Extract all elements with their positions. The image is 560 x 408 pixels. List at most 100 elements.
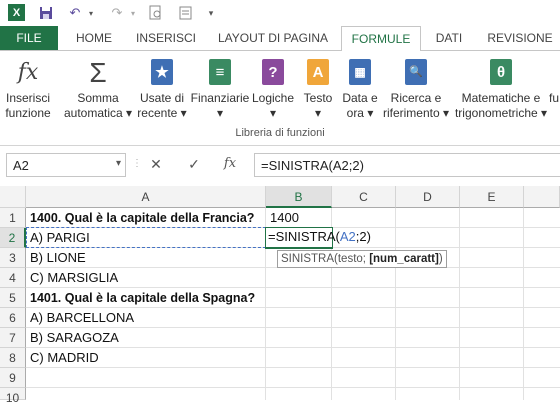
tooltip-current-argument: [num_caratt] <box>369 253 439 265</box>
name-box-dropdown-icon[interactable]: ▾ <box>116 158 121 169</box>
column-header-a[interactable]: A <box>26 186 266 208</box>
cancel-entry-button[interactable]: ✕ <box>146 156 166 174</box>
formula-bar: A2 ▾ ⋮ ✕ ✓ fx =SINISTRA(A2;2) <box>0 146 560 184</box>
tab-layout-di-pagina[interactable]: LAYOUT DI PAGINA <box>210 26 336 50</box>
gridline <box>459 208 460 400</box>
print-preview-icon[interactable] <box>146 3 166 23</box>
formula-reference-range <box>26 227 266 248</box>
gridline <box>523 208 524 400</box>
name-box-value: A2 <box>13 158 29 173</box>
tab-inserisci[interactable]: INSERISCI <box>128 26 204 50</box>
recently-used-label-2: recente ▾ <box>137 106 187 120</box>
date-time-label-1: Data e <box>342 91 378 105</box>
row-header-2[interactable]: 2 <box>0 228 26 248</box>
tooltip-function: SINISTRA(testo; <box>281 253 370 265</box>
name-box[interactable]: A2 ▾ <box>6 153 126 177</box>
quick-access-toolbar: X ↶ ▾ ↷ ▾ ▾ <box>0 0 560 26</box>
row-header-10[interactable]: 10 <box>0 388 26 405</box>
gridline <box>26 387 560 388</box>
row-header-5[interactable]: 5 <box>0 288 26 308</box>
cell-b2-editing[interactable]: =SINISTRA(A2;2) <box>265 227 371 249</box>
formula-input[interactable]: =SINISTRA(A2;2) <box>254 153 560 177</box>
row-header-1[interactable]: 1 <box>0 208 26 228</box>
ribbon-formule: fx Inserisci funzione Σ Somma automatica… <box>0 50 560 146</box>
row-header-6[interactable]: 6 <box>0 308 26 328</box>
tab-dati[interactable]: DATI <box>426 26 472 50</box>
cell-a7[interactable]: B) SARAGOZA <box>27 328 265 348</box>
cell-a3[interactable]: B) LIONE <box>27 248 265 268</box>
financial-book-icon: ≡ <box>206 55 234 89</box>
open-icon[interactable] <box>176 3 196 23</box>
edit-formula-suffix: ;2) <box>355 229 371 244</box>
star-book-icon: ★ <box>148 55 176 89</box>
row-header-8[interactable]: 8 <box>0 348 26 368</box>
insert-function-label-1: Inserisci <box>5 91 50 105</box>
cell-a5[interactable]: 1401. Qual è la capitale della Spagna? <box>27 288 265 308</box>
math-trig-label-1: Matematiche e <box>461 91 541 105</box>
lookup-reference-button[interactable]: 🔍 Ricerca e riferimento ▾ <box>380 55 452 121</box>
text-label-1: Testo <box>303 91 333 105</box>
financial-label-2: ▾ <box>216 106 224 120</box>
row-header-4[interactable]: 4 <box>0 268 26 288</box>
logical-book-icon: ? <box>259 55 287 89</box>
excel-logo-icon: X <box>8 4 25 21</box>
autosum-button[interactable]: Σ Somma automatica ▾ <box>62 55 134 121</box>
lookup-reference-label-1: Ricerca e <box>390 91 442 105</box>
edit-formula-prefix: =SINISTRA( <box>268 229 340 244</box>
column-header-d[interactable]: D <box>396 186 460 208</box>
undo-icon[interactable]: ↶ <box>64 3 86 23</box>
math-trig-label-2: trigonometriche ▾ <box>454 106 548 120</box>
tab-file[interactable]: FILE <box>0 26 58 50</box>
gridline <box>395 208 396 400</box>
autosum-label-1: Somma <box>77 91 119 105</box>
cell-a1[interactable]: 1400. Qual è la capitale della Francia? <box>27 208 265 228</box>
more-functions-icon <box>548 55 560 89</box>
autosum-label-2: automatica ▾ <box>63 106 133 120</box>
save-icon[interactable] <box>36 3 56 23</box>
tab-home[interactable]: HOME <box>64 26 124 50</box>
redo-icon[interactable]: ↷ <box>106 3 128 23</box>
insert-function-fx-button[interactable]: fx <box>220 156 240 174</box>
confirm-entry-button[interactable]: ✓ <box>184 156 204 174</box>
calendar-book-icon: ▦ <box>346 55 374 89</box>
cell-b1[interactable]: 1400 <box>267 208 331 228</box>
row-header-9[interactable]: 9 <box>0 368 26 388</box>
tooltip-end: ) <box>438 253 443 265</box>
math-trig-button[interactable]: θ Matematiche e trigonometriche ▾ <box>454 55 548 121</box>
function-argument-tooltip[interactable]: SINISTRA(testo; [num_caratt]) <box>277 250 447 268</box>
logical-button[interactable]: ? Logiche ▾ <box>250 55 296 121</box>
customize-qat-icon[interactable]: ▾ <box>204 3 218 23</box>
date-time-button[interactable]: ▦ Data e ora ▾ <box>340 55 380 121</box>
row-header-7[interactable]: 7 <box>0 328 26 348</box>
column-header-f[interactable] <box>524 186 560 208</box>
tab-formule[interactable]: FORMULE <box>341 26 421 51</box>
more-functions-button[interactable]: fu <box>548 55 560 106</box>
theta-book-icon: θ <box>487 55 515 89</box>
logical-label-2: ▾ <box>269 106 277 120</box>
cell-a4[interactable]: C) MARSIGLIA <box>27 268 265 288</box>
financial-label-1: Finanziarie <box>190 91 250 105</box>
date-time-label-2: ora ▾ <box>346 106 374 120</box>
redo-dropdown-icon[interactable]: ▾ <box>128 3 138 23</box>
cell-a8[interactable]: C) MADRID <box>27 348 265 368</box>
formula-bar-splitter-icon[interactable]: ⋮ <box>132 158 142 172</box>
select-all-corner[interactable] <box>0 186 26 208</box>
insert-function-button[interactable]: fx Inserisci funzione <box>2 55 54 121</box>
row-header-3[interactable]: 3 <box>0 248 26 268</box>
text-button[interactable]: A Testo ▾ <box>298 55 338 121</box>
cell-a6[interactable]: A) BARCELLONA <box>27 308 265 328</box>
insert-function-label-2: funzione <box>5 106 51 120</box>
column-header-e[interactable]: E <box>460 186 524 208</box>
lookup-book-icon: 🔍 <box>402 55 430 89</box>
recently-used-button[interactable]: ★ Usate di recente ▾ <box>136 55 188 121</box>
text-book-icon: A <box>304 55 332 89</box>
recently-used-label-1: Usate di <box>139 91 185 105</box>
more-functions-label-2: fu <box>548 91 559 105</box>
tab-revisione[interactable]: REVISIONE <box>480 26 560 50</box>
undo-dropdown-icon[interactable]: ▾ <box>86 3 96 23</box>
function-library-group-label: Libreria di funzioni <box>235 127 325 139</box>
financial-button[interactable]: ≡ Finanziarie ▾ <box>190 55 250 121</box>
column-header-c[interactable]: C <box>332 186 396 208</box>
worksheet-grid: A B C D E 1 2 3 4 5 6 7 8 9 10 1400. Qua… <box>0 186 560 405</box>
column-header-b[interactable]: B <box>266 186 332 208</box>
